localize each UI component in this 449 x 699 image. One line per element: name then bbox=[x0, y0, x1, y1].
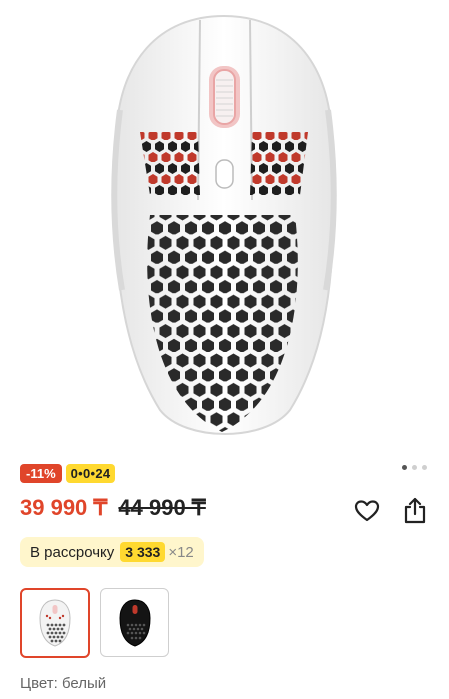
gallery-dot bbox=[412, 465, 417, 470]
black-mouse-thumbnail bbox=[118, 598, 151, 647]
old-price: 44 990 ₸ bbox=[118, 495, 206, 520]
price-row: 39 990 ₸ 44 990 ₸ bbox=[20, 495, 206, 521]
badge-row: -11% 0•0•24 bbox=[20, 464, 116, 483]
product-image[interactable] bbox=[0, 0, 449, 452]
current-price: 39 990 ₸ bbox=[20, 495, 108, 520]
variant-thumb-white[interactable] bbox=[20, 588, 90, 658]
installment-button[interactable]: В рассрочку 3 333 ×12 bbox=[20, 537, 204, 567]
heart-icon[interactable] bbox=[353, 497, 381, 525]
discount-badge: -11% bbox=[20, 464, 62, 483]
installment-amount: 3 333 bbox=[120, 542, 166, 562]
selected-color-label: Цвет: белый bbox=[20, 675, 107, 692]
installment-months: ×12 bbox=[168, 543, 194, 561]
gallery-indicator bbox=[402, 465, 427, 470]
share-icon[interactable] bbox=[401, 497, 429, 525]
white-mouse-thumbnail bbox=[39, 599, 71, 647]
gallery-dot bbox=[422, 465, 427, 470]
variant-thumb-black[interactable] bbox=[100, 588, 169, 657]
gallery-dot-active bbox=[402, 465, 407, 470]
installment-plan-badge: 0•0•24 bbox=[65, 464, 116, 483]
installment-label: В рассрочку bbox=[30, 543, 115, 561]
